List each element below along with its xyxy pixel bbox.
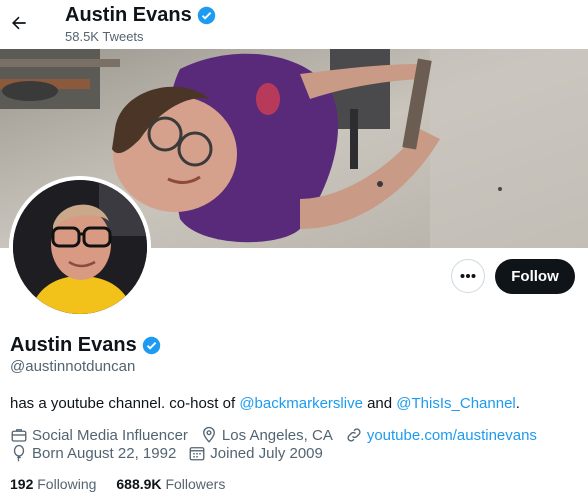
more-options-button[interactable] [451,259,485,293]
location-text: Los Angeles, CA [221,426,333,444]
birthday-item: Born August 22, 1992 [10,444,176,462]
verified-badge-icon [197,6,215,25]
avatar-photo [9,176,151,318]
website-item[interactable]: youtube.com/austinevans [345,426,537,444]
link-icon [347,428,361,442]
profile-name-text: Austin Evans [10,334,137,356]
follow-button[interactable]: Follow [495,259,575,294]
bio-text-mid: and [362,395,397,412]
top-bar: Austin Evans 58.5K Tweets [0,0,588,49]
category-text: Social Media Influencer [32,426,188,444]
bio-mention-backmarkerslive[interactable]: @backmarkerslive [239,395,363,412]
bio-text-prefix: has a youtube channel. co-host of [10,395,240,412]
back-button[interactable] [4,8,34,38]
profile-bio: has a youtube channel. co-host of @backm… [10,395,520,412]
followers-link[interactable]: 688.9K Followers [116,476,225,492]
joined-item: Joined July 2009 [188,444,323,462]
more-icon [460,274,476,278]
location-pin-icon [202,426,215,443]
profile-avatar[interactable] [9,176,151,318]
following-count: 192 [10,476,34,492]
tweet-count: 58.5K Tweets [65,29,144,44]
header-name-text: Austin Evans [65,4,192,26]
profile-handle: @austinnotduncan [10,358,136,375]
joined-text: Joined July 2009 [210,444,323,462]
followers-count: 688.9K [116,476,162,492]
header-name: Austin Evans [65,4,216,27]
profile-meta-row-1: Social Media Influencer Los Angeles, CA … [10,426,549,444]
bio-text-suffix: . [515,395,520,412]
followers-label: Followers [165,476,226,492]
profile-name: Austin Evans [10,334,161,357]
category-item: Social Media Influencer [10,426,188,444]
back-arrow-icon [12,16,26,30]
bio-mention-thisis-channel[interactable]: @ThisIs_Channel [396,395,515,412]
website-link[interactable]: youtube.com/austinevans [367,427,537,444]
briefcase-icon [11,429,27,442]
profile-stats: 192 Following 688.9K Followers [10,476,225,492]
balloon-icon [13,444,25,462]
location-item: Los Angeles, CA [200,426,333,444]
birthday-text: Born August 22, 1992 [32,444,177,462]
following-label: Following [37,476,97,492]
profile-meta-row-2: Born August 22, 1992 Joined July 2009 [10,444,335,462]
calendar-icon [189,447,205,461]
following-link[interactable]: 192 Following [10,476,96,492]
verified-badge-icon [142,336,160,355]
